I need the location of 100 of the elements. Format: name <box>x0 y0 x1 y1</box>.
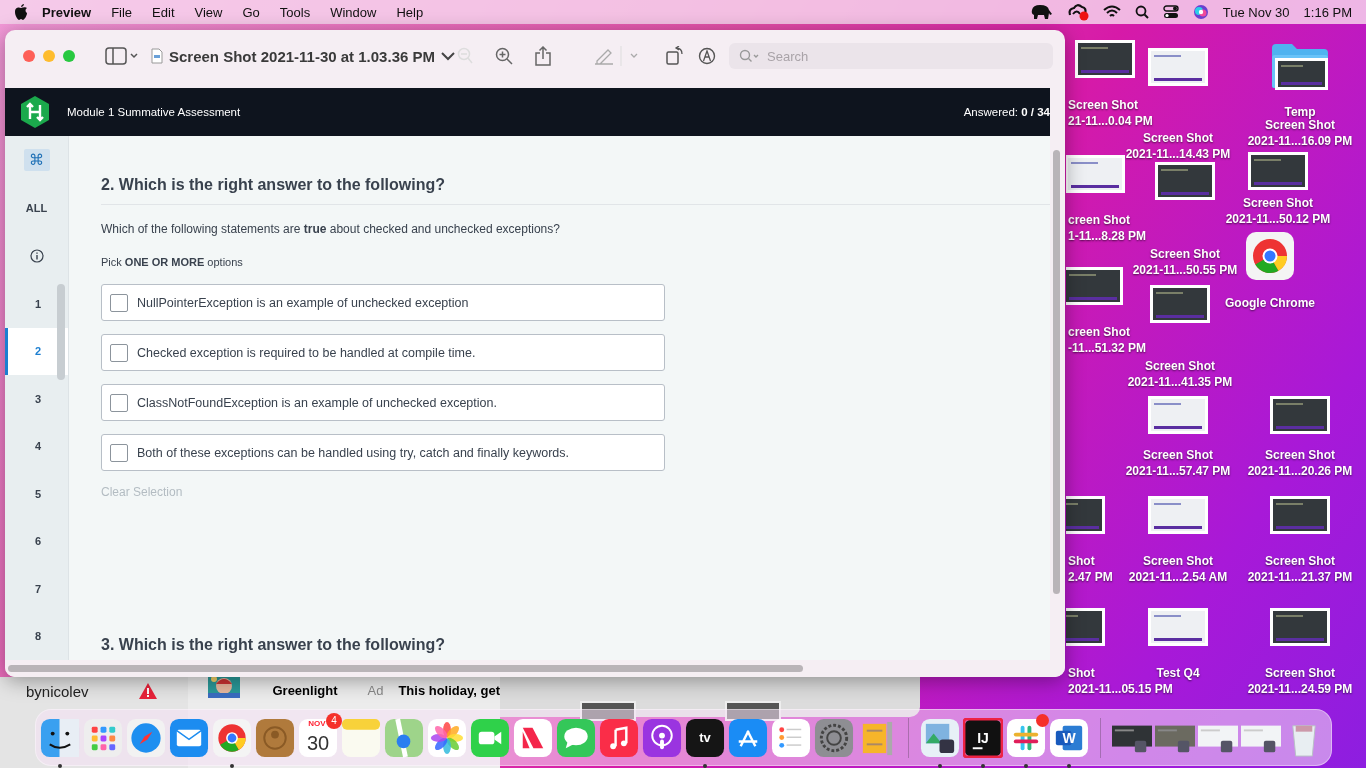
screenshot-thumbnail-icon[interactable] <box>1150 285 1210 323</box>
option-text: Checked exception is required to be handled at compile time. <box>137 345 476 360</box>
checkbox[interactable] <box>110 343 128 362</box>
screenshot-thumbnail-icon[interactable] <box>1148 396 1208 434</box>
document-title[interactable]: Screen Shot 2021-11-30 at 1.03.36 PM <box>169 47 435 65</box>
scrollbar[interactable] <box>57 284 65 380</box>
file-name: Google Chrome <box>1225 295 1315 311</box>
close-button[interactable] <box>23 50 35 62</box>
ad-tag: Ad <box>367 683 384 698</box>
document-icon[interactable]: W <box>1049 717 1089 758</box>
document-icon <box>151 48 163 64</box>
menu-item[interactable]: Window <box>320 4 387 20</box>
answered-count: Answered: 0 / 34 <box>963 106 1050 118</box>
file-name: Screen Shot <box>1265 665 1335 681</box>
all-questions-tab[interactable]: ALL <box>19 201 54 215</box>
file-name: 2021-11...2.54 AM <box>1128 569 1228 585</box>
calendar-day: 30 <box>305 731 331 755</box>
file-name: Screen Shot <box>1068 97 1139 113</box>
assessment-title: Module 1 Summative Assessment <box>67 106 241 118</box>
menu-item[interactable]: File <box>101 4 143 20</box>
answer-option[interactable]: Checked exception is required to be handled at compile time. <box>101 334 665 371</box>
share-icon[interactable] <box>535 46 551 66</box>
file-name: 2021-11...05.15 PM <box>1068 681 1173 697</box>
file-name: Screen Shot <box>1145 358 1215 374</box>
markup-icon[interactable] <box>698 47 716 65</box>
screenshot-thumbnail-icon[interactable] <box>1066 267 1123 305</box>
photo-viewer-icon[interactable] <box>920 717 960 758</box>
file-name: 2021-11...50.12 PM <box>1225 211 1331 227</box>
tv-icon[interactable]: tv <box>685 717 725 758</box>
menu-item[interactable]: Edit <box>142 4 185 20</box>
file-name: 2021-11...14.43 PM <box>1125 146 1231 162</box>
scrollbar[interactable] <box>1053 150 1060 594</box>
file-name: creen Shot <box>1068 212 1130 228</box>
answer-option[interactable]: Both of these exceptions can be handled using try, catch and finally keywords. <box>101 434 665 471</box>
hash-icon[interactable] <box>1006 717 1046 758</box>
command-key-icon[interactable]: ⌘ <box>23 149 50 171</box>
menu-item[interactable]: Preview <box>28 4 102 20</box>
email-sender: Greenlight <box>272 683 338 698</box>
answer-option[interactable]: ClassNotFoundException is an example of unchecked exception. <box>101 384 665 421</box>
file-name: 2021-11...20.26 PM <box>1247 463 1353 479</box>
toggle-switches-icon[interactable] <box>1162 5 1179 19</box>
account-name: bynicolev <box>26 683 89 700</box>
menu-bar-date[interactable]: Tue Nov 30 <box>1222 4 1290 20</box>
checkbox[interactable] <box>110 443 128 462</box>
menu-item[interactable]: View <box>184 4 233 20</box>
file-name: Screen Shot <box>1265 447 1335 463</box>
app-store-icon[interactable] <box>728 717 768 758</box>
option-text: ClassNotFoundException is an example of unchecked exception. <box>137 395 497 410</box>
screenshot-thumbnail-icon[interactable] <box>1148 496 1208 534</box>
folder-icon[interactable] <box>1270 42 1330 90</box>
info-icon[interactable] <box>29 249 44 263</box>
screenshot-thumbnail-icon[interactable] <box>1155 162 1215 200</box>
menu-bar-time[interactable]: 1:16 PM <box>1303 4 1352 20</box>
sidebar-toggle-icon[interactable] <box>105 47 139 65</box>
screenshot-thumbnail-icon[interactable] <box>1148 608 1208 646</box>
cloud-sync-icon[interactable] <box>1066 3 1089 21</box>
search-icon <box>739 49 761 63</box>
screenshot-thumbnail-icon[interactable] <box>1066 608 1105 646</box>
ring-icon[interactable] <box>1246 232 1294 280</box>
menu-item[interactable]: Help <box>386 4 434 20</box>
chevron-down-icon[interactable] <box>439 50 457 62</box>
wifi-icon[interactable] <box>1102 5 1121 19</box>
file-name: Test Q4 <box>1156 665 1200 681</box>
file-name: Screen Shot <box>1243 195 1313 211</box>
search-icon[interactable] <box>1134 5 1149 19</box>
zoom-in-icon[interactable] <box>495 47 513 65</box>
rotate-icon[interactable] <box>666 46 684 66</box>
checkbox[interactable] <box>110 393 128 412</box>
file-name: -11...51.32 PM <box>1068 340 1147 356</box>
file-name: Shot <box>1068 553 1095 569</box>
scrollbar[interactable] <box>8 665 803 672</box>
gear-icon[interactable] <box>814 717 854 758</box>
menu-item[interactable]: Go <box>232 4 270 20</box>
thumbnail-icon <box>725 701 781 721</box>
file-name: 1-11...8.28 PM <box>1068 228 1147 244</box>
menu-item[interactable]: Tools <box>269 4 321 20</box>
hexagon-logo-icon <box>19 95 51 129</box>
answer-option[interactable]: NullPointerException is an example of unchecked exception <box>101 284 665 321</box>
apple-icon[interactable] <box>14 4 28 20</box>
screenshot-thumbnail-icon[interactable] <box>1270 608 1330 646</box>
assistant-orb-icon[interactable] <box>1192 4 1209 20</box>
screenshot-thumbnail-icon[interactable] <box>1066 155 1125 193</box>
file-name: Temp <box>1284 104 1316 120</box>
screenshot-thumbnail-icon[interactable] <box>1075 40 1135 78</box>
calendar-month: NOV <box>307 718 327 728</box>
news-icon[interactable] <box>513 717 553 758</box>
music-note-icon[interactable] <box>599 717 639 758</box>
option-text: NullPointerException is an example of unchecked exception <box>137 295 469 310</box>
checkbox[interactable] <box>110 293 128 312</box>
option-text: Both of these exceptions can be handled using try, catch and finally keywords. <box>137 445 569 460</box>
screenshot-thumbnail-icon[interactable] <box>1248 152 1308 190</box>
screenshot-thumbnail-icon[interactable] <box>1148 48 1208 86</box>
code-editor-icon[interactable]: IJ <box>963 717 1003 758</box>
screenshot-thumbnail-icon[interactable] <box>1270 396 1330 434</box>
screenshot-thumbnail-icon[interactable] <box>1066 496 1105 534</box>
file-name: Screen Shot <box>1143 553 1213 569</box>
file-name: Screen Shot <box>1143 447 1213 463</box>
question-heading: 2. Which is the right answer to the following? <box>101 176 1050 205</box>
podcast-icon[interactable] <box>642 717 682 758</box>
screenshot-thumbnail-icon[interactable] <box>1270 496 1330 534</box>
